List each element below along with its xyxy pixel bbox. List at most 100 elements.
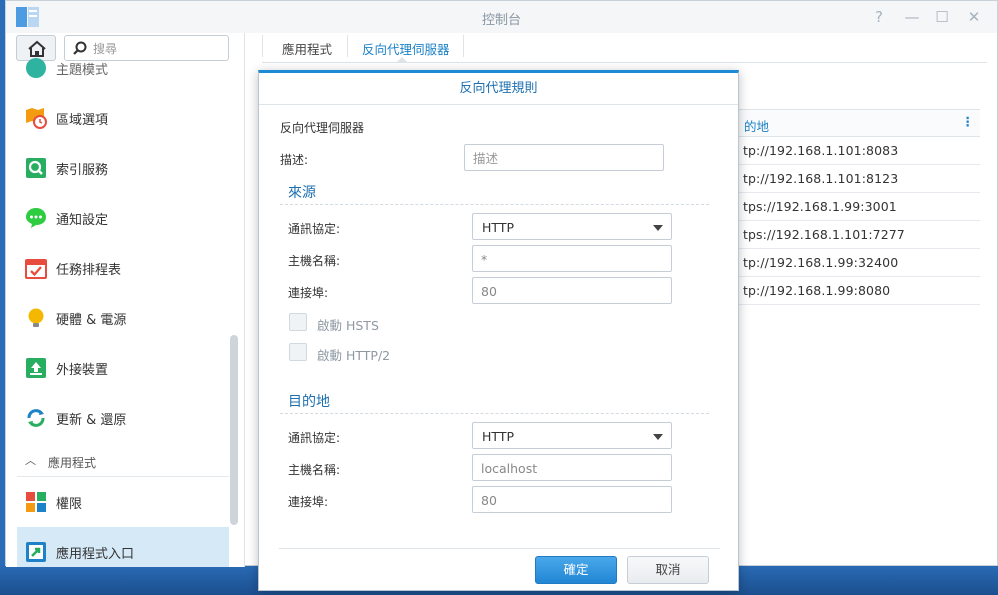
application-portal-icon (26, 542, 46, 562)
destination-protocol-label: 通訊協定: (288, 431, 341, 445)
tab-reverse-proxy[interactable]: 反向代理伺服器 (362, 39, 450, 58)
cancel-button[interactable]: 取消 (627, 556, 709, 584)
hardware-power-icon (28, 308, 44, 327)
chevron-up-icon: ︿ (25, 454, 36, 467)
source-protocol-select[interactable]: HTTP (472, 213, 672, 240)
http2-checkbox[interactable] (289, 343, 307, 361)
http2-label: 啟動 HTTP/2 (317, 348, 391, 363)
description-input[interactable] (473, 150, 653, 166)
ok-button[interactable]: 確定 (535, 556, 617, 584)
task-scheduler-icon (25, 259, 47, 279)
search-icon (73, 41, 87, 55)
tab-applications[interactable]: 應用程式 (282, 39, 332, 58)
source-hostname-field[interactable] (472, 245, 672, 272)
table-header: 的地 ⋮ (722, 109, 980, 137)
column-header-destination[interactable]: 的地 (744, 116, 769, 135)
tab-bar: 應用程式 反向代理伺服器 (262, 33, 987, 63)
sidebar-item-label: 通知設定 (56, 213, 109, 228)
sidebar-item-label: 索引服務 (56, 163, 109, 178)
hsts-checkbox[interactable] (289, 313, 307, 331)
update-restore-icon (27, 409, 45, 427)
sidebar-item-notification[interactable]: 通知設定 (17, 193, 229, 243)
footer-divider (279, 548, 720, 549)
table-row[interactable]: tp://192.168.1.101:8083 (722, 137, 980, 165)
description-field[interactable] (464, 144, 664, 171)
help-icon[interactable]: ? (868, 7, 890, 27)
dialog-title: 反向代理規則 (259, 73, 738, 105)
tab-divider (262, 35, 263, 57)
chevron-down-icon (653, 434, 663, 440)
indexing-service-icon (26, 158, 46, 178)
source-protocol-label: 通訊協定: (288, 222, 341, 236)
sidebar-item-application-portal[interactable]: 應用程式入口 (17, 527, 229, 567)
sidebar-item-indexing[interactable]: 索引服務 (17, 143, 229, 193)
maximize-icon[interactable]: ☐ (931, 7, 953, 27)
sidebar-item-label: 硬體 & 電源 (56, 313, 127, 328)
search-field[interactable] (64, 35, 229, 61)
destination-hostname-label: 主機名稱: (288, 463, 341, 477)
section-divider (280, 413, 709, 414)
destination-port-label: 連接埠: (288, 495, 329, 509)
dialog-subheading: 反向代理伺服器 (280, 121, 365, 135)
column-options-icon[interactable]: ⋮ (962, 114, 975, 129)
description-label: 描述: (280, 153, 309, 167)
sidebar-item-label: 外接裝置 (56, 363, 109, 378)
destination-protocol-value: HTTP (482, 429, 514, 444)
external-devices-icon (26, 358, 46, 378)
sidebar-item-label: 權限 (56, 497, 83, 512)
source-port-field[interactable] (472, 277, 672, 304)
sidebar-item-label: 更新 & 還原 (56, 413, 127, 428)
sidebar-item-privileges[interactable]: 權限 (17, 477, 229, 527)
source-protocol-value: HTTP (482, 220, 514, 235)
sidebar-item-theme[interactable]: 主題模式 (17, 58, 229, 93)
destination-cell: tp://192.168.1.101:8083 (743, 143, 899, 158)
table-row[interactable]: tp://192.168.1.99:8080 (722, 277, 980, 305)
destination-cell: tp://192.168.1.101:8123 (743, 171, 899, 186)
minimize-icon[interactable]: — (901, 7, 923, 27)
close-icon[interactable]: ✕ (963, 7, 985, 27)
source-port-label: 連接埠: (288, 286, 329, 300)
sidebar-item-label: 應用程式入口 (56, 547, 135, 562)
active-tab-indicator (396, 57, 408, 63)
privileges-icon (26, 492, 46, 512)
destination-hostname-field[interactable] (472, 454, 672, 481)
table-row[interactable]: tp://192.168.1.99:32400 (722, 249, 980, 277)
source-section-title: 來源 (288, 185, 316, 201)
table-row[interactable]: tp://192.168.1.101:8123 (722, 165, 980, 193)
sidebar-item-label: 主題模式 (56, 63, 109, 78)
chevron-down-icon (653, 225, 663, 231)
destination-port-input[interactable] (481, 492, 661, 508)
sidebar-divider (244, 33, 245, 567)
sidebar: 主題模式 區域選項 索引服務 (6, 33, 244, 567)
sidebar-scrollbar[interactable] (230, 335, 238, 525)
notification-icon (26, 208, 46, 228)
sidebar-section-applications[interactable]: ︿ 應用程式 (17, 443, 229, 477)
tab-divider (347, 35, 348, 57)
reverse-proxy-rules-table: 的地 ⋮ tp://192.168.1.101:8083 tp://192.16… (722, 109, 980, 305)
destination-cell: tp://192.168.1.99:8080 (743, 283, 891, 298)
region-options-icon (26, 108, 47, 129)
reverse-proxy-rule-dialog: 反向代理規則 反向代理伺服器 描述: 來源 通訊協定: HTTP 主機名稱: 連… (258, 70, 739, 591)
table-row[interactable]: tps://192.168.1.101:7277 (722, 221, 980, 249)
destination-cell: tps://192.168.1.99:3001 (743, 199, 897, 214)
source-port-input[interactable] (481, 283, 661, 299)
sidebar-item-external-devices[interactable]: 外接裝置 (17, 343, 229, 393)
section-divider (280, 204, 709, 205)
search-input[interactable] (93, 40, 223, 58)
sidebar-item-label: 任務排程表 (56, 263, 122, 278)
table-row[interactable]: tps://192.168.1.99:3001 (722, 193, 980, 221)
destination-protocol-select[interactable]: HTTP (472, 422, 672, 449)
tab-divider (463, 35, 464, 57)
sidebar-item-task-scheduler[interactable]: 任務排程表 (17, 243, 229, 293)
source-hostname-label: 主機名稱: (288, 254, 341, 268)
sidebar-item-region[interactable]: 區域選項 (17, 93, 229, 143)
sidebar-item-update-restore[interactable]: 更新 & 還原 (17, 393, 229, 443)
title-bar: 控制台 ? — ☐ ✕ (6, 1, 997, 33)
destination-hostname-input[interactable] (481, 460, 661, 476)
source-hostname-input[interactable] (481, 251, 661, 267)
sidebar-section-label: 應用程式 (48, 456, 97, 470)
destination-section-title: 目的地 (288, 394, 330, 410)
destination-cell: tp://192.168.1.99:32400 (743, 255, 899, 270)
sidebar-item-hardware-power[interactable]: 硬體 & 電源 (17, 293, 229, 343)
destination-port-field[interactable] (472, 486, 672, 513)
